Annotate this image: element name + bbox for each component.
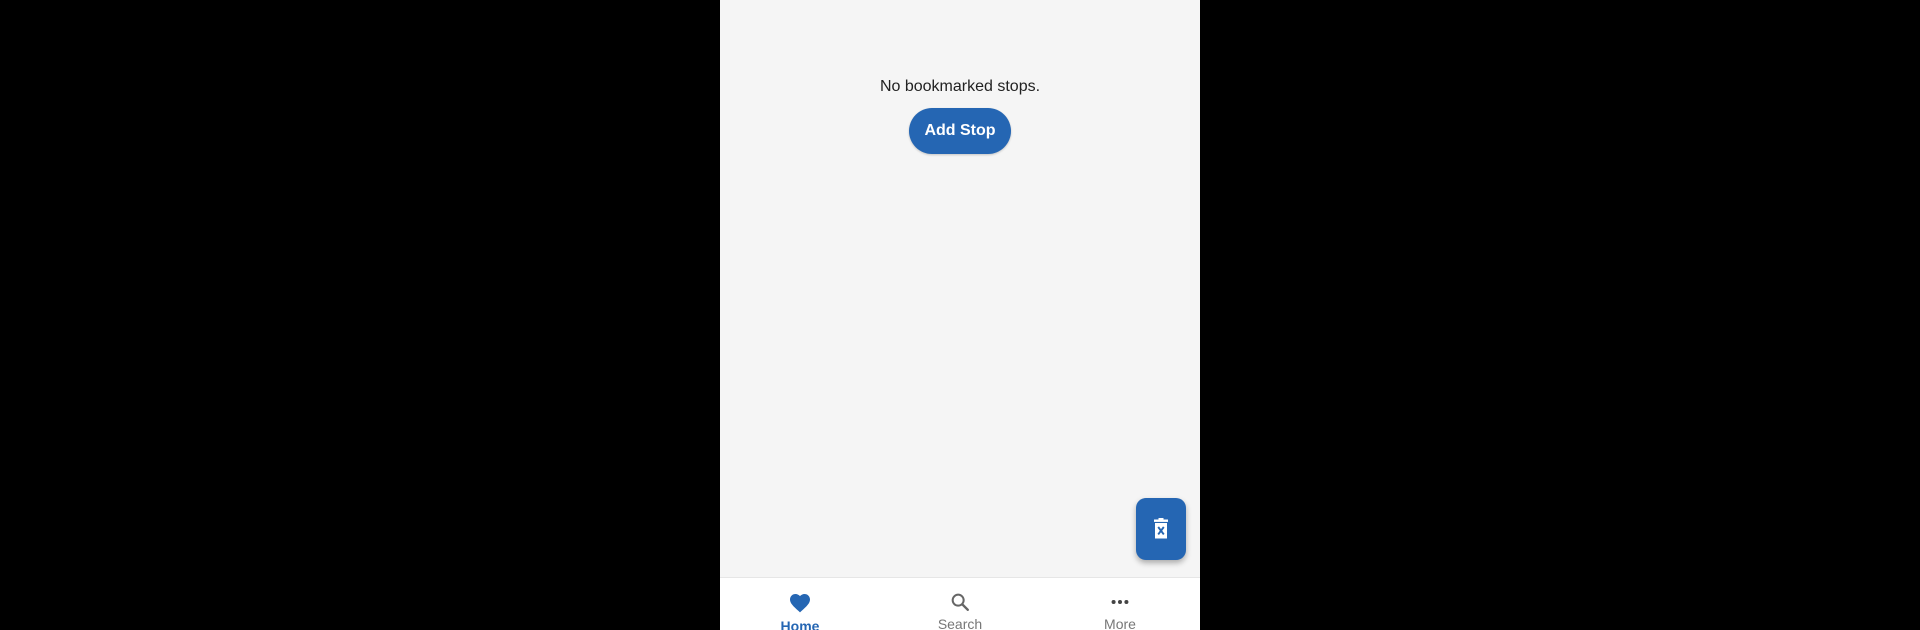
app-screen: No bookmarked stops. Add Stop Home Searc… — [720, 0, 1200, 630]
empty-state-message: No bookmarked stops. — [879, 78, 1041, 95]
bottom-navigation: Home Search More — [720, 577, 1200, 630]
nav-item-search[interactable]: Search — [880, 578, 1040, 630]
nav-label-home: Home — [780, 618, 820, 630]
home-content: No bookmarked stops. Add Stop — [720, 0, 1200, 577]
nav-item-home[interactable]: Home — [720, 578, 880, 630]
delete-fab-button[interactable] — [1136, 498, 1186, 560]
nav-label-search: Search — [937, 616, 983, 630]
heart-icon — [788, 591, 812, 615]
search-icon — [948, 591, 972, 613]
more-icon — [1108, 591, 1132, 613]
delete-icon — [1154, 518, 1168, 539]
nav-label-more: More — [1104, 616, 1136, 630]
add-stop-button[interactable]: Add Stop — [909, 108, 1011, 154]
nav-item-more[interactable]: More — [1040, 578, 1200, 630]
